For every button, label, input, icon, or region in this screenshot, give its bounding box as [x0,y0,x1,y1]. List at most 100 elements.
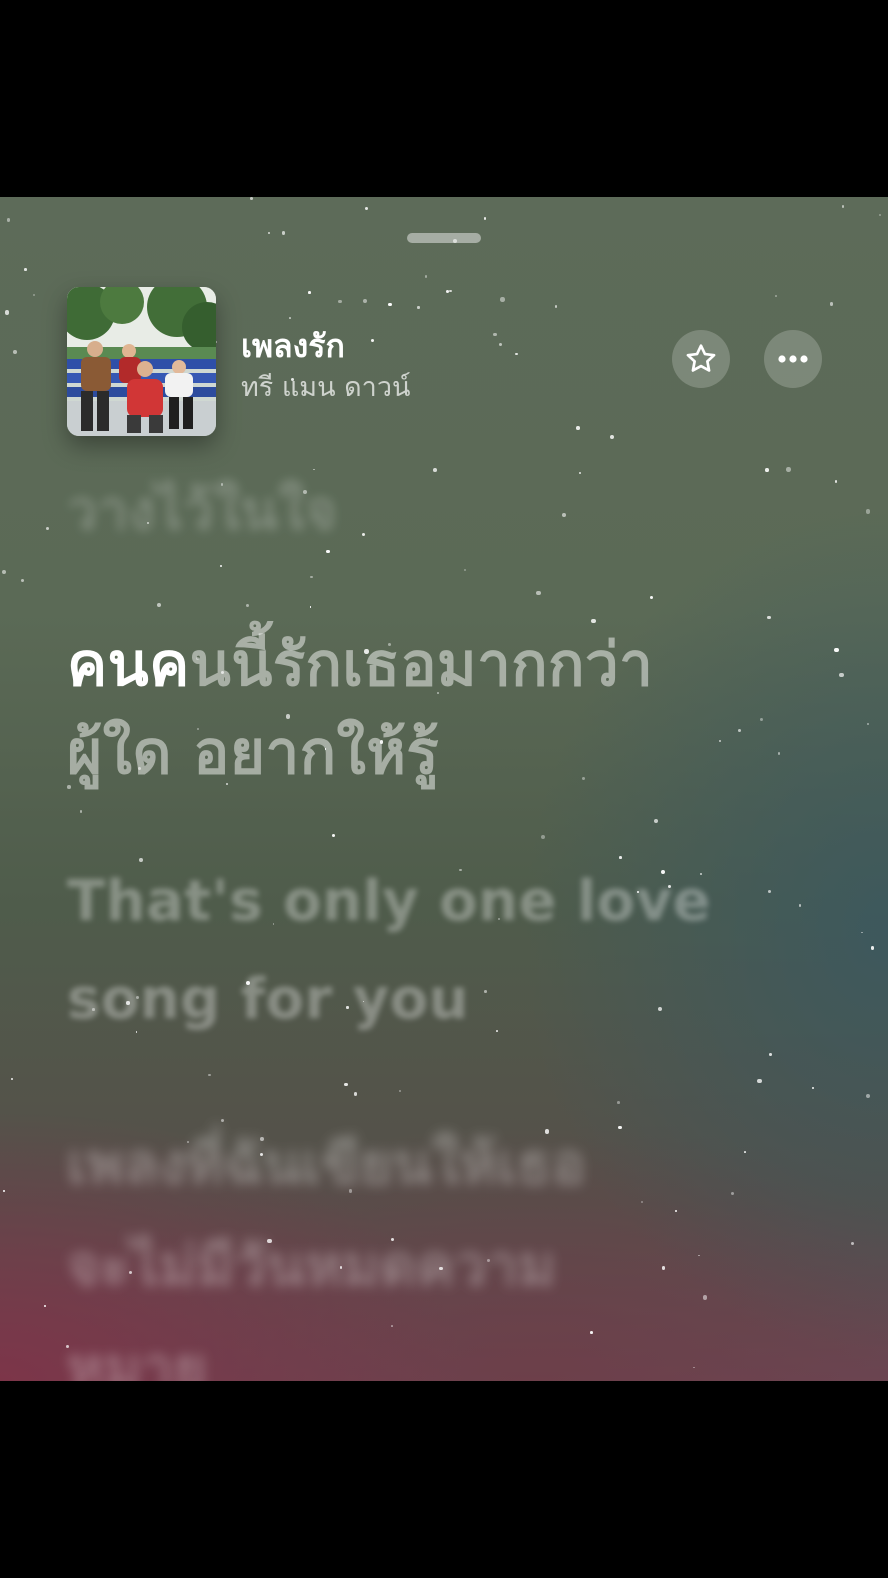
more-options-button[interactable] [764,330,822,388]
sparkle-dot [309,606,312,608]
sparkle-dot [308,290,311,294]
sparkle-dot [798,904,802,907]
lyrics-screen: เพลงรัก ทรี แมน ดาวน์ วางไว้ในใจ คนคนนี้… [0,197,888,1381]
sparkle-dot [493,333,497,337]
sheet-grabber-handle[interactable] [407,233,481,243]
sparkle-dot [786,467,791,472]
sparkle-dot [767,890,771,894]
sparkle-dot [496,1029,498,1032]
sparkle-dot [281,231,286,235]
sparkle-dot [6,218,11,223]
sparkle-dot [834,648,839,653]
sparkle-dot [390,1324,393,1327]
sparkle-dot [338,299,342,304]
sparkle-dot [361,532,365,536]
sparkle-dot [353,1092,357,1096]
sparkle-dot [515,352,518,355]
sparkle-dot [618,1126,622,1130]
sparkle-dot [417,306,420,309]
sparkle-dot [878,213,882,217]
artist-name[interactable]: ทรี แมน ดาวน์ [241,365,410,408]
sparkle-dot [590,1330,593,1334]
sparkle-dot [483,216,487,220]
lyric-line-upcoming-continued[interactable]: song for you [67,967,469,1032]
sparkle-dot [737,728,741,732]
lyric-line-later-3[interactable]: หมาย [67,1323,207,1381]
sparkle-dot [829,302,834,306]
sparkle-dot [674,1209,677,1213]
sparkle-dot [609,434,614,439]
sparkle-dot [702,1295,708,1300]
sparkle-dot [245,604,249,608]
sparkle-dot [698,1254,700,1257]
sparkle-dot [769,1052,773,1056]
sparkle-dot [2,1190,5,1193]
sparkle-dot [4,310,10,315]
sparkle-dot [657,1007,662,1012]
lyric-line-current[interactable]: คนคนนี้รักเธอมากกว่า [67,617,653,712]
sparkle-dot [616,1100,620,1104]
sparkle-dot [267,231,270,234]
lyric-line-previous[interactable]: วางไว้ในใจ [67,467,337,553]
sparkle-dot [139,858,143,862]
sparkle-dot [692,1366,695,1369]
sparkle-dot [1,569,7,575]
lyric-sung-portion: คนค [67,630,190,700]
sparkle-dot [288,317,291,320]
sparkle-dot [464,568,467,571]
sparkle-dot [449,289,452,293]
sparkle-dot [11,1077,14,1080]
sparkle-dot [310,575,313,579]
lyric-line-later-2[interactable]: จะไม่มีวันหมดความ [67,1221,556,1310]
sparkle-dot [399,1090,401,1093]
favorite-button[interactable] [672,330,730,388]
album-artwork[interactable] [67,287,216,436]
sparkle-dot [861,931,863,934]
sparkle-dot [208,1073,211,1077]
sparkle-dot [388,302,392,306]
lyric-line-current-continued[interactable]: ผู้ใด อยากให้รู้ [67,705,439,800]
sparkle-dot [811,1086,815,1090]
sparkle-dot [731,1192,735,1196]
sparkle-dot [215,341,218,343]
sparkle-dot [364,206,368,210]
sparkle-dot [331,834,335,837]
sparkle-dot [219,564,223,568]
sparkle-dot [834,480,838,483]
sparkle-dot [866,1094,871,1099]
sparkle-dot [536,590,541,596]
sparkle-dot [24,268,27,272]
sparkle-dot [641,1201,643,1204]
sparkle-dot [576,426,580,430]
sparkle-dot [499,343,503,347]
sparkle-dot [661,1266,665,1270]
sparkle-dot [778,752,781,755]
sparkle-dot [867,722,870,725]
lyric-line-upcoming[interactable]: That's only one love [67,869,711,934]
sparkle-dot [554,304,558,308]
sparkle-dot [370,338,375,343]
sparkle-dot [500,297,505,302]
sparkle-dot [760,717,764,721]
sparkle-dot [424,275,428,278]
sparkle-dot [839,673,844,678]
sparkle-dot [841,205,844,208]
lyric-line-later[interactable]: เพลงที่ฉันเขียนให้เธอ [67,1119,586,1208]
sparkle-dot [362,298,367,303]
sparkle-dot [540,834,545,839]
sparkle-dot [767,615,772,620]
sparkle-dot [653,819,659,824]
sparkle-dot [445,289,449,293]
sparkle-dot [344,1082,349,1087]
sparkle-dot [743,1150,746,1153]
sparkle-dot [775,294,778,297]
sparkle-dot [484,989,488,993]
sparkle-dot [21,578,25,583]
sparkle-dot [765,468,769,472]
sparkle-dot [249,197,253,200]
sparkle-dot [45,526,49,530]
sparkle-dot [79,810,83,813]
star-icon [686,344,716,372]
sparkle-dot [578,471,581,474]
sparkle-dot [156,603,162,608]
